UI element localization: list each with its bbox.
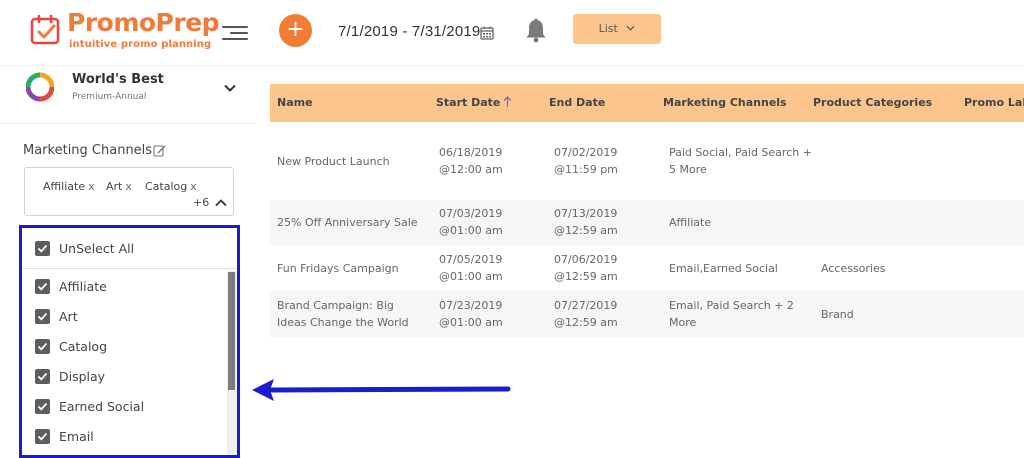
account-switcher[interactable]: World's Best Premium-Annual <box>0 66 256 124</box>
checkmark-icon <box>37 342 48 351</box>
bell-icon[interactable] <box>525 18 547 43</box>
chip[interactable]: Art x <box>106 180 132 193</box>
checkmark-icon <box>37 282 48 291</box>
cell-start-date: 07/05/2019 @01:00 am <box>439 253 503 283</box>
cell-marketing-channels: Affiliate <box>669 216 712 229</box>
column-header-promo-labels[interactable]: Promo Labe <box>964 96 1024 109</box>
cell-marketing-channels: Paid Social, Paid Search +5 More <box>669 146 812 176</box>
account-name: World's Best <box>72 72 164 87</box>
scrollbar-thumb[interactable] <box>228 272 235 390</box>
cell-end-date: 07/06/2019 @12:59 am <box>554 253 618 283</box>
checkbox[interactable] <box>35 241 50 256</box>
date-range-text[interactable]: 7/1/2019 - 7/31/2019 <box>338 23 480 40</box>
table-row[interactable]: New Product Launch 06/18/2019 @12:00 am 0… <box>270 122 1024 200</box>
option-label: Affiliate <box>59 279 107 294</box>
option-label: Earned Social <box>59 399 145 414</box>
chip-remove-icon[interactable]: x <box>88 180 95 193</box>
checkmark-icon <box>37 244 48 253</box>
chip-remove-icon[interactable]: x <box>125 180 132 193</box>
table-header: Name Start Date End Date Marketing Chann… <box>270 84 1024 122</box>
cell-start-date: 07/03/2019 @01:00 am <box>439 207 503 237</box>
checkbox[interactable] <box>35 279 50 294</box>
column-header-marketing-channels[interactable]: Marketing Channels <box>663 96 787 109</box>
dropdown-option[interactable]: Catalog <box>22 332 227 362</box>
calendar-check-logo-icon <box>30 14 60 45</box>
table-row[interactable]: Fun Fridays Campaign 07/05/2019 @01:00 am… <box>270 245 1024 291</box>
dropdown-option[interactable]: Display <box>22 362 227 392</box>
table-row[interactable]: Brand Campaign: Big Ideas Change the Worl… <box>270 291 1024 337</box>
view-list-dropdown[interactable]: List <box>573 14 661 44</box>
chevron-up-icon[interactable] <box>215 199 227 207</box>
cell-name: Fun Fridays Campaign <box>277 262 399 275</box>
chevron-down-icon[interactable] <box>224 84 236 92</box>
brand-name: PromoPrep <box>67 8 220 37</box>
column-header-product-categories[interactable]: Product Categories <box>813 96 932 109</box>
chip-label: Catalog <box>145 180 188 193</box>
account-plan: Premium-Annual <box>72 92 147 102</box>
cell-product-categories: Accessories <box>821 262 886 275</box>
cell-end-date: 07/02/2019 @11:59 pm <box>554 146 618 176</box>
cell-product-categories: Brand <box>821 308 854 321</box>
column-header-start-date[interactable]: Start Date <box>436 96 500 109</box>
option-label: Display <box>59 369 106 384</box>
cell-marketing-channels: Email,Earned Social <box>669 262 778 275</box>
top-header: PromoPrep intuitive promo planning + 7/1… <box>0 0 1024 66</box>
calendar-icon[interactable] <box>480 26 494 40</box>
chip-remove-icon[interactable]: x <box>190 180 197 193</box>
filter-label: Marketing Channels <box>23 143 153 158</box>
app-logo[interactable]: PromoPrep intuitive promo planning <box>30 8 220 52</box>
cell-name: New Product Launch <box>277 155 390 168</box>
checkbox[interactable] <box>35 339 50 354</box>
checkbox[interactable] <box>35 309 50 324</box>
chevron-down-icon <box>626 25 635 31</box>
cell-end-date: 07/27/2019 @12:59 am <box>554 299 618 329</box>
chip[interactable]: Affiliate x <box>43 180 95 193</box>
account-logo-icon <box>26 72 54 102</box>
marketing-channels-dropdown: UnSelect All Affiliate Art Catalog Displ… <box>19 225 240 458</box>
dropdown-option[interactable]: Art <box>22 302 227 332</box>
cell-name: Brand Campaign: Big Ideas Change the Worl… <box>277 299 409 329</box>
checkbox[interactable] <box>35 399 50 414</box>
cell-end-date: 07/13/2019 @12:59 am <box>554 207 618 237</box>
checkmark-icon <box>37 432 48 441</box>
edit-icon[interactable] <box>153 144 166 157</box>
option-label: Email <box>59 429 94 444</box>
cell-marketing-channels: Email, Paid Search + 2 More <box>669 299 794 329</box>
cell-start-date: 07/23/2019 @01:00 am <box>439 299 503 329</box>
annotation-arrow-icon <box>252 379 511 401</box>
column-header-end-date[interactable]: End Date <box>549 96 605 109</box>
column-header-name[interactable]: Name <box>277 96 313 109</box>
chip-label: Affiliate <box>43 180 86 193</box>
cell-name: 25% Off Anniversary Sale <box>277 216 418 229</box>
checkmark-icon <box>37 312 48 321</box>
dropdown-option[interactable]: Earned Social <box>22 392 227 422</box>
chip[interactable]: Catalog x <box>145 180 197 193</box>
chip-label: Art <box>106 180 123 193</box>
dropdown-option[interactable]: Affiliate <box>22 272 227 302</box>
brand-tagline: intuitive promo planning <box>69 39 212 50</box>
cell-start-date: 06/18/2019 @12:00 am <box>439 146 503 176</box>
unselect-all-option[interactable]: UnSelect All <box>22 228 237 269</box>
checkmark-icon <box>37 372 48 381</box>
marketing-channels-select[interactable]: Affiliate x Art x Catalog x +6 <box>24 167 234 216</box>
app-root: PromoPrep intuitive promo planning + 7/1… <box>0 0 1024 458</box>
hamburger-icon[interactable] <box>222 24 248 42</box>
option-label: Art <box>59 309 78 324</box>
add-promo-button[interactable]: + <box>279 14 312 47</box>
checkbox[interactable] <box>35 369 50 384</box>
table-row[interactable]: 25% Off Anniversary Sale 07/03/2019 @01:0… <box>270 200 1024 245</box>
unselect-all-label: UnSelect All <box>59 241 135 256</box>
more-count-badge: +6 <box>193 196 210 209</box>
dropdown-option[interactable]: Email <box>22 422 227 452</box>
sort-ascending-icon[interactable] <box>503 96 512 108</box>
checkbox[interactable] <box>35 429 50 444</box>
sidebar: World's Best Premium-Annual Marketing Ch… <box>0 66 256 458</box>
checkmark-icon <box>37 402 48 411</box>
option-label: Catalog <box>59 339 108 354</box>
view-list-label: List <box>598 22 618 35</box>
